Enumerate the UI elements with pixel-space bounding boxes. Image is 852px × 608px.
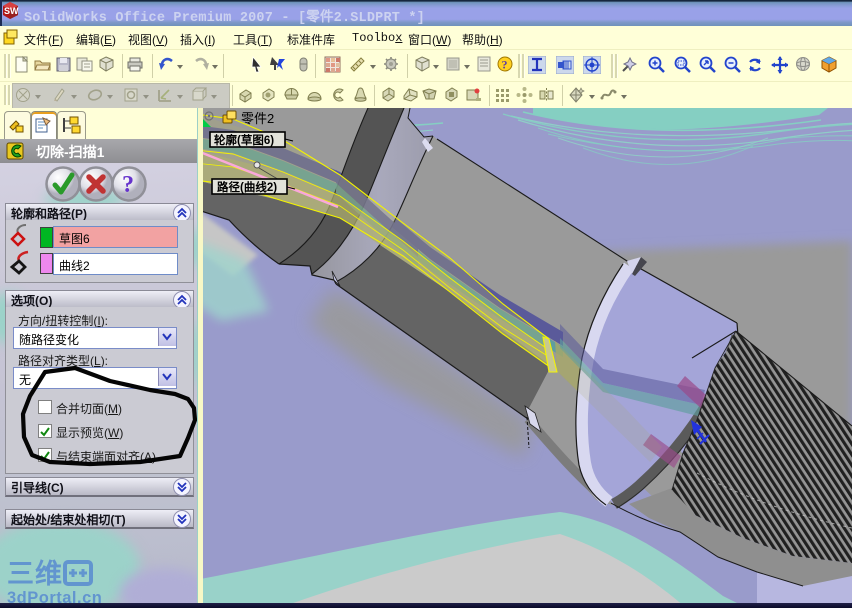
svg-text:?: ? [502,58,508,72]
svg-text:路径(曲线2): 路径(曲线2) [217,180,277,194]
svg-text:?: ? [122,172,134,198]
svg-text:轮廓(草图6): 轮廓(草图6) [214,133,274,147]
svg-text:零件2: 零件2 [241,111,274,126]
svg-text:SW: SW [4,6,19,16]
